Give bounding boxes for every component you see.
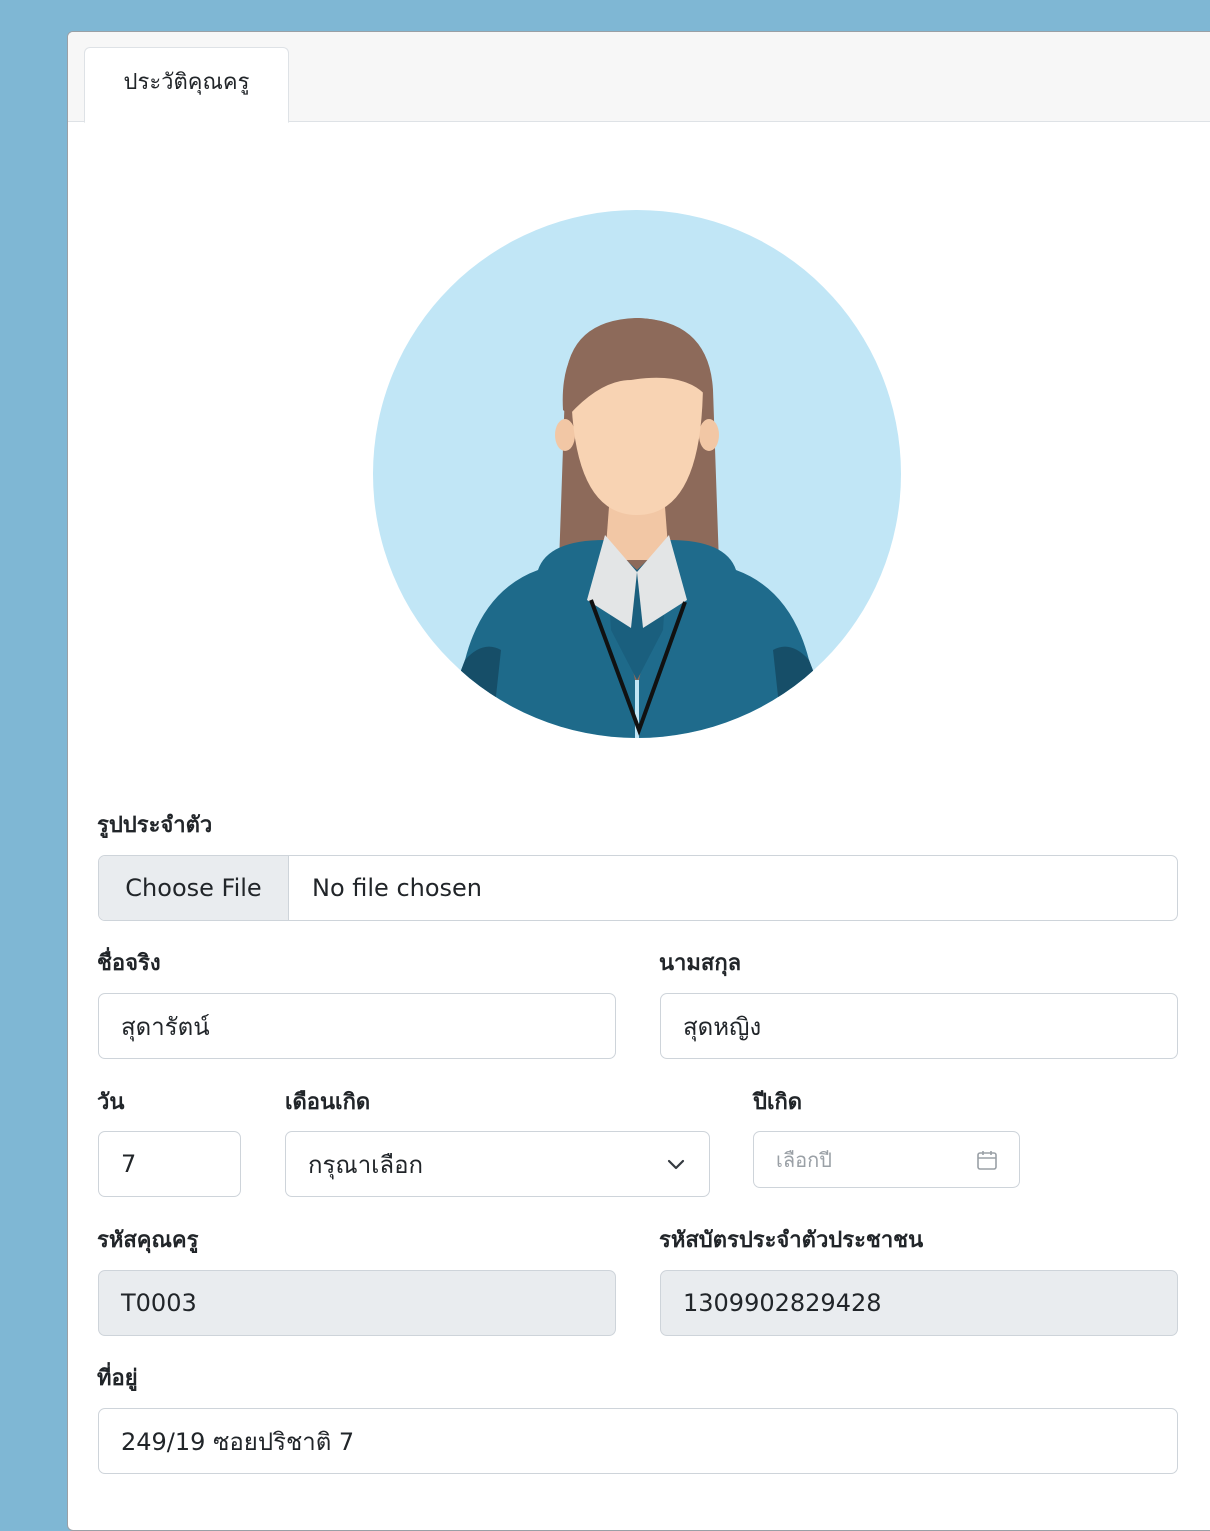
teacher-profile-card: ประวัติคุณครู รูปประจำตัว Choose File No… [67,31,1210,1531]
national-id-field[interactable]: 1309902829428 [660,1270,1178,1336]
profile-photo-label: รูปประจำตัว [97,813,213,838]
address-value: 249/19 ซอยปริชาติ 7 [121,1427,355,1456]
last-name-label: นามสกุล [659,951,742,976]
tab-label: ประวัติคุณครู [123,69,250,95]
address-field[interactable]: 249/19 ซอยปริชาติ 7 [98,1408,1178,1474]
profile-photo-file-input[interactable]: Choose File No file chosen [98,855,1178,921]
birth-month-label: เดือนเกิด [285,1090,371,1115]
card-header: ประวัติคุณครู [68,32,1210,123]
teacher-code-field[interactable]: T0003 [98,1270,616,1336]
national-id-value: 1309902829428 [683,1289,882,1317]
national-id-label: รหัสบัตรประจำตัวประชาชน [659,1228,924,1253]
birth-day-value: 7 [121,1150,137,1178]
file-status-text: No file chosen [312,874,483,902]
teacher-code-label: รหัสคุณครู [97,1228,199,1253]
birth-month-select[interactable]: กรุณาเลือก [285,1131,710,1197]
birth-day-field[interactable]: 7 [98,1131,241,1197]
first-name-field[interactable]: สุดารัตน์ [98,993,616,1059]
teacher-code-value: T0003 [121,1289,197,1317]
birth-year-label: ปีเกิด [753,1090,803,1115]
birth-year-picker[interactable]: เลือกปี [753,1131,1020,1188]
last-name-field[interactable]: สุดหญิง [660,993,1178,1059]
birth-year-placeholder: เลือกปี [776,1147,832,1172]
birth-month-selected: กรุณาเลือก [308,1150,424,1179]
address-label: ที่อยู่ [97,1366,138,1391]
calendar-icon[interactable] [975,1148,999,1172]
last-name-value: สุดหญิง [683,1012,762,1041]
birth-day-label: วัน [97,1090,125,1115]
first-name-label: ชื่อจริง [97,951,161,976]
chevron-down-icon [667,1159,685,1170]
first-name-value: สุดารัตน์ [121,1012,210,1041]
choose-file-button[interactable]: Choose File [99,856,289,920]
tab-teacher-profile[interactable]: ประวัติคุณครู [84,47,289,123]
teacher-avatar-image [373,210,901,738]
